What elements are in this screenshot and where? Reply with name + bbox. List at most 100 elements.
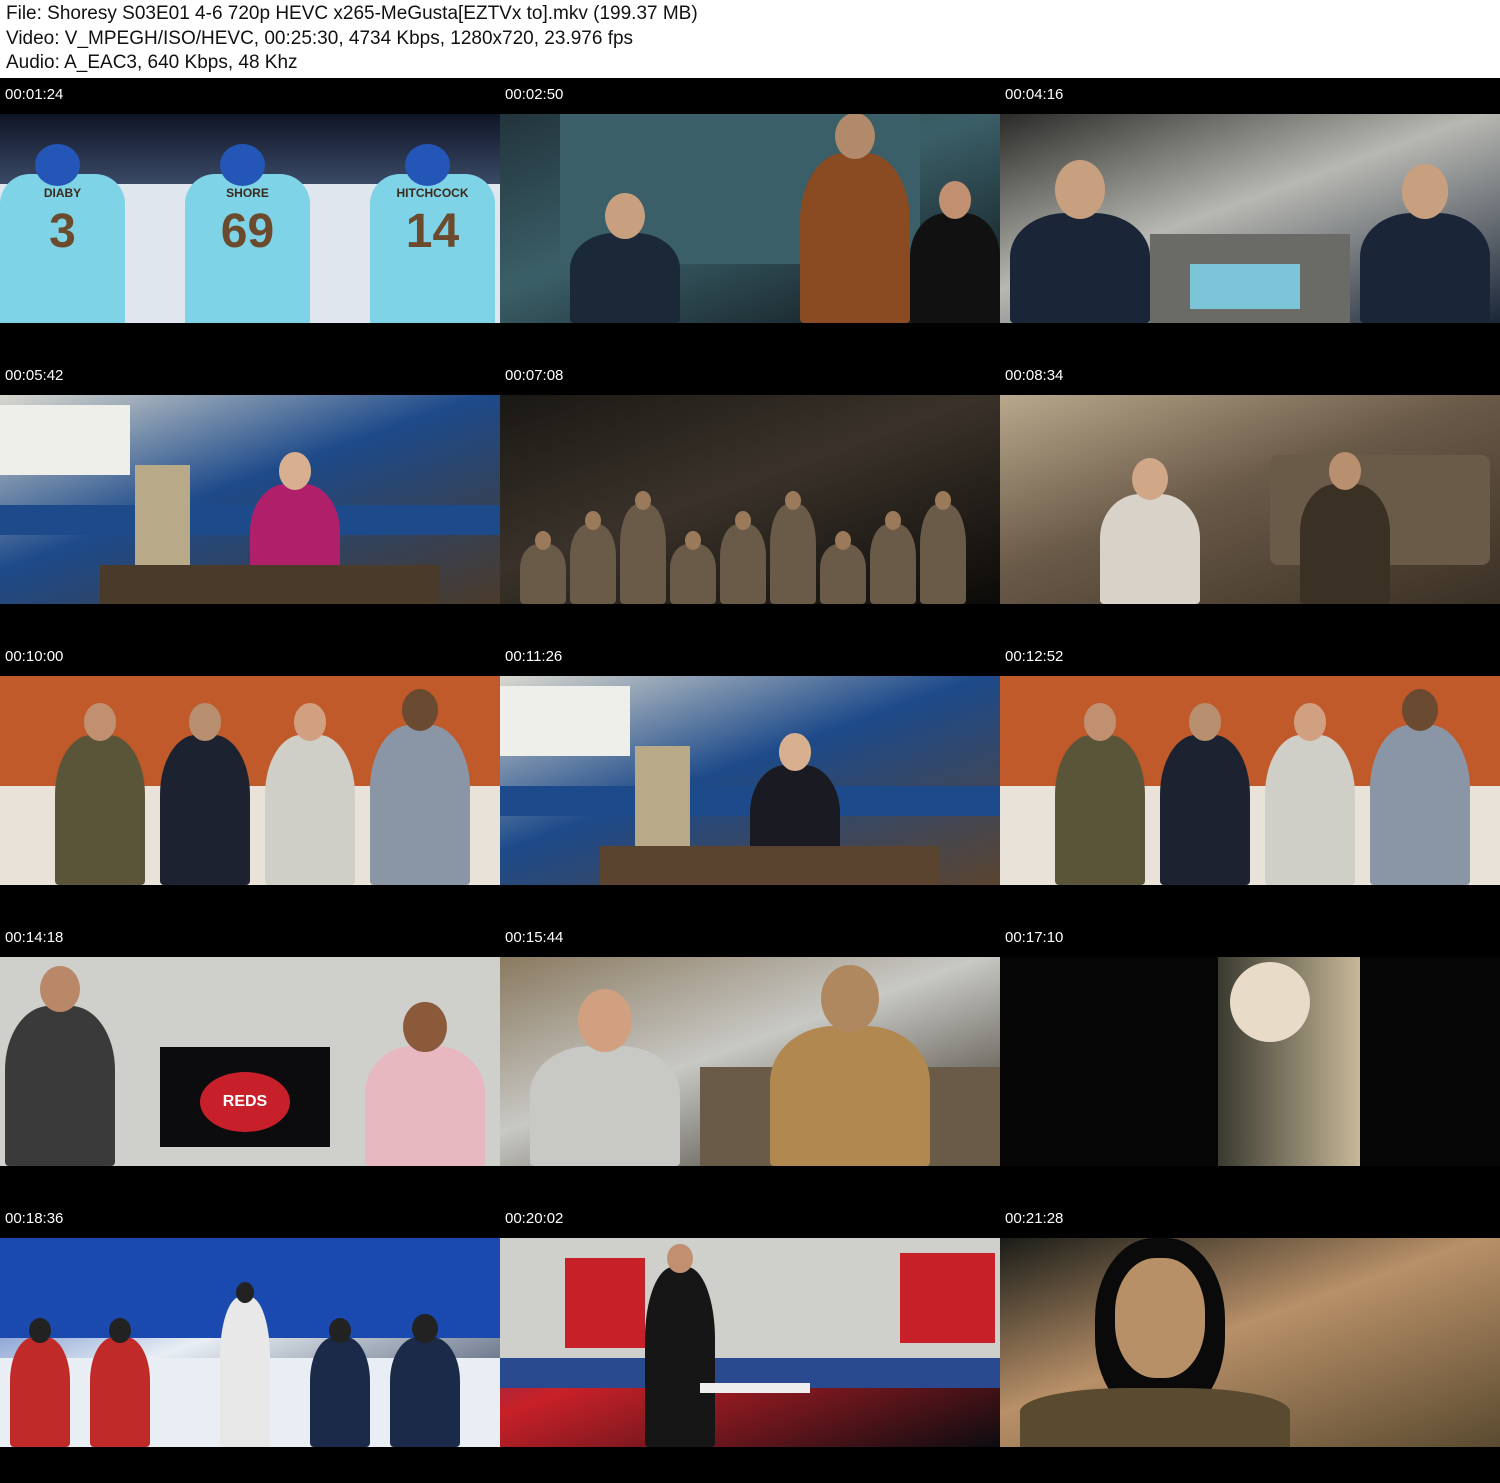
thumbnail-cell[interactable]: 00:11:26 <box>500 640 1000 921</box>
person-body <box>1100 494 1200 604</box>
thumbnail-cell[interactable]: 00:10:00 <box>0 640 500 921</box>
black-right <box>1360 957 1500 1166</box>
timestamp-label: 00:17:10 <box>1005 929 1064 946</box>
person-head <box>667 1243 693 1273</box>
table <box>700 1383 810 1393</box>
person-body <box>670 544 716 604</box>
thumbnail-cell[interactable]: 00:04:16 <box>1000 78 1500 359</box>
person-body <box>645 1267 715 1447</box>
timestamp-label: 00:21:28 <box>1005 1210 1064 1227</box>
reds-logo: REDS <box>200 1072 290 1132</box>
desk <box>600 846 940 885</box>
person-head <box>938 181 972 219</box>
jersey-number: 69 <box>220 205 275 258</box>
video-frame-office-woman-2 <box>500 676 1000 885</box>
person-head <box>236 1282 254 1303</box>
jersey-number: 14 <box>405 205 460 258</box>
video-frame-kitchen-four <box>0 676 500 885</box>
person-body <box>390 1337 460 1447</box>
person-body <box>770 504 816 604</box>
face <box>1115 1258 1205 1378</box>
person-head <box>278 452 312 490</box>
timestamp-label: 00:01:24 <box>5 86 64 103</box>
thumbnail-cell[interactable]: 00:18:36 <box>0 1202 500 1483</box>
person-body <box>1010 213 1150 323</box>
video-frame-office-woman <box>0 395 500 604</box>
person-head <box>1083 703 1117 741</box>
thumbnail-cell[interactable]: 00:21:28 <box>1000 1202 1500 1483</box>
timestamp-label: 00:04:16 <box>1005 86 1064 103</box>
video-frame-locker-room-teal <box>500 114 1000 323</box>
thumbnail-cell[interactable]: 00:05:42 <box>0 359 500 640</box>
video-frame-faceoff <box>0 1238 500 1447</box>
person-body <box>570 233 680 323</box>
jacket <box>1020 1388 1290 1447</box>
person-head <box>835 114 875 159</box>
person-head <box>778 733 812 771</box>
person-body <box>770 1026 930 1166</box>
person-head <box>109 1317 131 1343</box>
thumbnail-cell[interactable]: 00:01:24 DIABY 3 SHORE 69 HITCHCOCK 14 <box>0 78 500 359</box>
person-head <box>784 490 802 510</box>
helmet <box>405 144 450 186</box>
person-head <box>402 689 438 731</box>
timestamp-label: 00:08:34 <box>1005 367 1064 384</box>
person-head <box>834 530 852 550</box>
person-body <box>870 524 916 604</box>
video-frame-ad-blonde <box>1000 957 1500 1166</box>
timestamp-label: 00:18:36 <box>5 1210 64 1227</box>
thumbnail-cell[interactable]: 00:12:52 <box>1000 640 1500 921</box>
video-frame-kitchen-four-2 <box>1000 676 1500 885</box>
jerseys-right <box>900 1253 995 1343</box>
video-frame-reds-locker <box>500 1238 1000 1447</box>
cabinet <box>135 465 190 575</box>
file-info-header: File: Shoresy S03E01 4-6 720p HEVC x265-… <box>0 0 1500 78</box>
person-body <box>530 1046 680 1166</box>
person-head <box>1054 160 1106 219</box>
jersey-name: DIABY <box>43 186 82 200</box>
video-frame-bar-crowd <box>500 395 1000 604</box>
helmet <box>220 144 265 186</box>
person-body <box>5 1006 115 1166</box>
person-head <box>403 1001 447 1052</box>
person-body <box>1160 735 1250 885</box>
timestamp-label: 00:07:08 <box>505 367 564 384</box>
thumbnail-cell[interactable]: 00:08:34 <box>1000 359 1500 640</box>
video-frame-living-room <box>1000 395 1500 604</box>
whiteboard <box>500 686 630 756</box>
person-head <box>29 1317 51 1343</box>
timestamp-label: 00:20:02 <box>505 1210 564 1227</box>
thumbnail-cell[interactable]: 00:17:10 <box>1000 921 1500 1202</box>
video-frame-closeup-man <box>1000 1238 1500 1447</box>
person-body <box>160 735 250 885</box>
thumbnail-cell[interactable]: 00:15:44 <box>500 921 1000 1202</box>
person-body <box>820 544 866 604</box>
person-head <box>1401 164 1449 219</box>
person-body <box>365 1046 485 1166</box>
person-body <box>1265 735 1355 885</box>
jersey-name: SHORE <box>226 186 269 200</box>
timestamp-label: 00:12:52 <box>1005 648 1064 665</box>
person-head <box>188 703 222 741</box>
thumbnail-cell[interactable]: 00:02:50 <box>500 78 1000 359</box>
person-body <box>265 735 355 885</box>
timestamp-label: 00:10:00 <box>5 648 64 665</box>
audio-line: Audio: A_EAC3, 640 Kbps, 48 Khz <box>6 52 298 73</box>
person-body <box>10 1337 70 1447</box>
person-head <box>578 989 632 1052</box>
person-body <box>1055 735 1145 885</box>
person-head <box>1293 703 1327 741</box>
thumbnail-grid: 00:01:24 DIABY 3 SHORE 69 HITCHCOCK 14 00:02:50… <box>0 78 1500 1483</box>
thumbnail-cell[interactable]: 00:07:08 <box>500 359 1000 640</box>
video-frame-hockey-bench: DIABY 3 SHORE 69 HITCHCOCK 14 <box>0 114 500 323</box>
person-head <box>884 510 902 530</box>
thumbnail-cell[interactable]: 00:20:02 <box>500 1202 1000 1483</box>
person-head <box>293 703 327 741</box>
person-body <box>310 1337 370 1447</box>
video-frame-couch-two <box>500 957 1000 1166</box>
timestamp-label: 00:11:26 <box>505 648 563 665</box>
person-body <box>910 213 1000 323</box>
thumbnail-cell[interactable]: 00:14:18 REDS <box>0 921 500 1202</box>
jersey-number: 3 <box>49 205 76 258</box>
hair <box>1230 962 1310 1042</box>
